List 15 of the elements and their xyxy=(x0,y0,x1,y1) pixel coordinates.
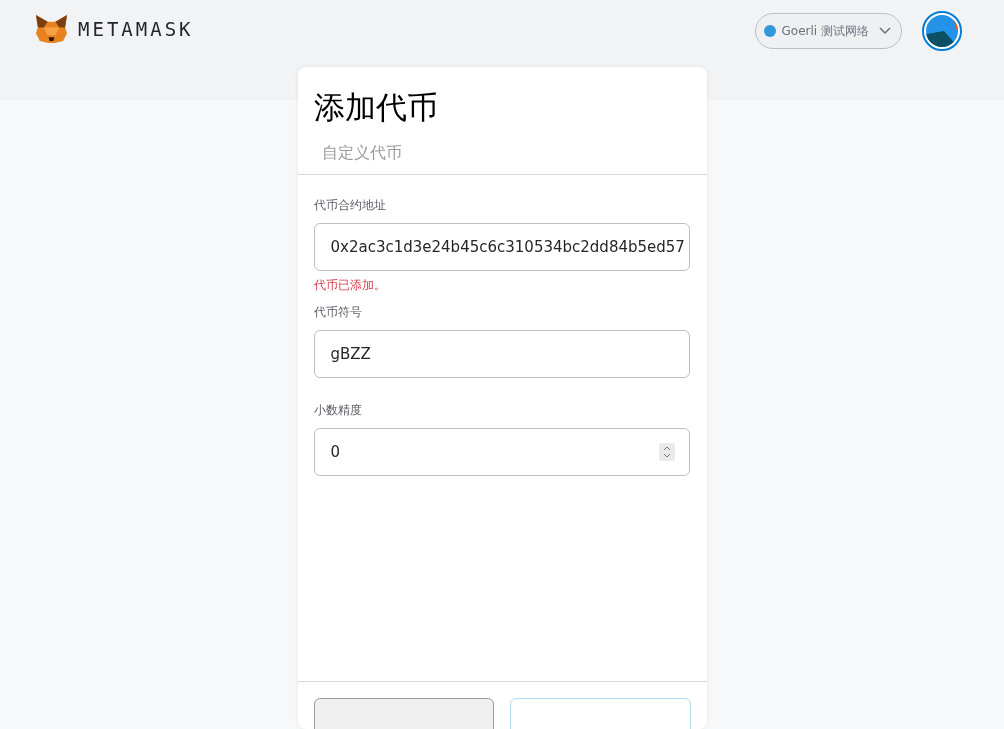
caret-icon xyxy=(879,27,891,35)
logo-wordmark: METAMASK xyxy=(78,17,194,40)
error-message: 代币已添加。 xyxy=(313,277,386,294)
account-avatar-icon[interactable] xyxy=(922,11,962,51)
field-label: 代币合约地址 xyxy=(313,197,386,214)
spinner-icon[interactable] xyxy=(658,443,675,461)
field-label: 代币符号 xyxy=(313,304,362,321)
number-input[interactable]: 0 xyxy=(313,428,690,476)
network-selector[interactable]: Goerli 测试网络 xyxy=(754,13,902,49)
secondary-button[interactable] xyxy=(313,698,494,729)
input-field[interactable]: gBZZ xyxy=(313,330,690,378)
page-title: 添加代币 xyxy=(312,88,439,127)
input-field[interactable]: 0x2ac3c1d3e24b45c6c310534bc2dd84b5ed57 xyxy=(313,223,690,271)
fox-logo-icon xyxy=(35,13,68,44)
field-label: 小数精度 xyxy=(313,402,362,419)
